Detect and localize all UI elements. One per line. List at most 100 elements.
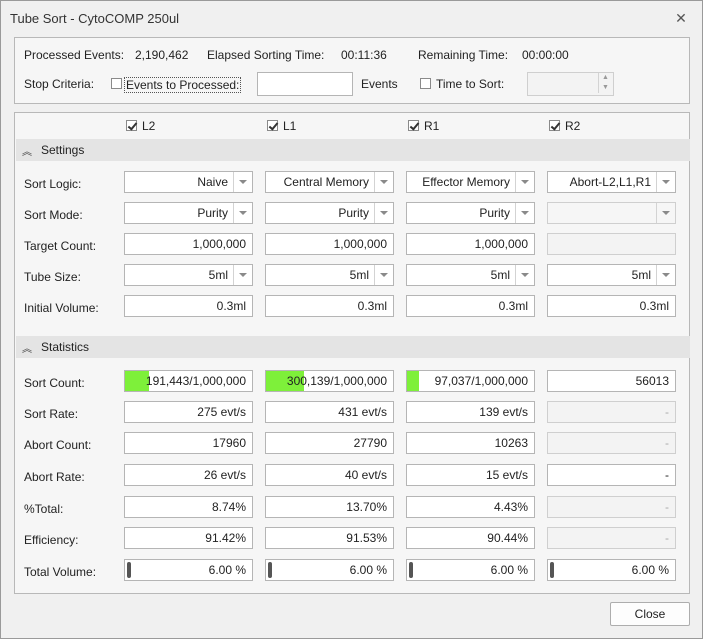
abort-count-l1-value: 27790 — [265, 432, 394, 454]
efficiency-label: Efficiency: — [24, 533, 79, 547]
abort-count-label: Abort Count: — [24, 438, 92, 452]
elapsed-time-label: Elapsed Sorting Time: — [207, 48, 325, 62]
column-l2-checkbox[interactable] — [126, 120, 137, 131]
target-count-r2-input[interactable] — [547, 233, 676, 255]
pct-total-r1-value: 4.43% — [406, 496, 535, 518]
chevron-down-icon[interactable] — [374, 203, 393, 223]
tube-size-l2-select[interactable]: 5ml — [124, 264, 253, 286]
close-button[interactable]: Close — [610, 602, 690, 626]
column-l1-checkbox[interactable] — [267, 120, 278, 131]
elapsed-time-value: 00:11:36 — [341, 48, 387, 62]
abort-count-r2-value: - — [547, 432, 676, 454]
sort-count-l2-progress: 191,443/1,000,000 — [124, 370, 253, 392]
pct-total-l2-value: 8.74% — [124, 496, 253, 518]
abort-rate-label: Abort Rate: — [24, 470, 85, 484]
time-spinner[interactable]: ▲ ▼ — [598, 73, 613, 93]
efficiency-l2-value: 91.42% — [124, 527, 253, 549]
settings-section-header[interactable]: ︽ Settings — [16, 139, 690, 161]
statistics-section-header[interactable]: ︽ Statistics — [16, 336, 690, 358]
events-to-process-input[interactable] — [257, 72, 353, 96]
title-bar: Tube Sort - CytoCOMP 250ul ✕ — [1, 1, 702, 34]
tube-size-r2-select[interactable]: 5ml — [547, 264, 676, 286]
tube-sort-window: Tube Sort - CytoCOMP 250ul ✕ Processed E… — [0, 0, 703, 639]
volume-fill — [550, 562, 554, 578]
abort-count-r1-value: 10263 — [406, 432, 535, 454]
chevron-down-icon[interactable] — [233, 265, 252, 285]
events-unit-label: Events — [361, 77, 398, 91]
sort-mode-l1-select[interactable]: Purity — [265, 202, 394, 224]
sort-count-r2-value: 56013 — [547, 370, 676, 392]
statistics-title: Statistics — [41, 340, 90, 354]
target-count-r1-input[interactable]: 1,000,000 — [406, 233, 535, 255]
initial-volume-l1-input[interactable]: 0.3ml — [265, 295, 394, 317]
column-r2-checkbox[interactable] — [549, 120, 560, 131]
status-panel: Processed Events: 2,190,462 Elapsed Sort… — [14, 37, 690, 104]
sort-rate-l1-value: 431 evt/s — [265, 401, 394, 423]
sort-logic-r2-select[interactable]: Abort-L2,L1,R1 — [547, 171, 676, 193]
chevron-down-icon[interactable] — [515, 203, 534, 223]
remaining-time-value: 00:00:00 — [522, 48, 569, 62]
initial-volume-r2-input[interactable]: 0.3ml — [547, 295, 676, 317]
column-l1-label: L1 — [283, 119, 297, 133]
close-icon[interactable]: ✕ — [673, 10, 689, 26]
sort-rate-r2-value: - — [547, 401, 676, 423]
remaining-time-label: Remaining Time: — [418, 48, 509, 62]
main-panel: L2 L1 R1 R2 ︽ Settings Sort Logic: Naive… — [14, 112, 690, 594]
events-to-process-label[interactable]: Events to Processed: — [124, 77, 242, 93]
abort-rate-l1-value: 40 evt/s — [265, 464, 394, 486]
chevron-down-icon[interactable] — [656, 203, 675, 223]
column-r1-checkbox[interactable] — [408, 120, 419, 131]
tube-size-label: Tube Size: — [24, 270, 81, 284]
target-count-label: Target Count: — [24, 239, 97, 253]
chevron-down-icon[interactable] — [233, 203, 252, 223]
progress-fill — [407, 371, 420, 391]
pct-total-r2-value: - — [547, 496, 676, 518]
tube-size-r1-select[interactable]: 5ml — [406, 264, 535, 286]
sort-logic-l2-select[interactable]: Naive — [124, 171, 253, 193]
stop-criteria-label: Stop Criteria: — [24, 77, 95, 91]
efficiency-r2-value: - — [547, 527, 676, 549]
chevron-down-icon[interactable] — [656, 172, 675, 192]
chevron-down-icon[interactable] — [374, 265, 393, 285]
sort-rate-label: Sort Rate: — [24, 407, 79, 421]
chevron-down-icon[interactable] — [515, 172, 534, 192]
initial-volume-r1-input[interactable]: 0.3ml — [406, 295, 535, 317]
abort-rate-r1-value: 15 evt/s — [406, 464, 535, 486]
volume-fill — [127, 562, 131, 578]
sort-logic-r1-select[interactable]: Effector Memory — [406, 171, 535, 193]
sort-mode-label: Sort Mode: — [24, 208, 83, 222]
collapse-chevron-icon: ︽ — [22, 344, 32, 355]
efficiency-l1-value: 91.53% — [265, 527, 394, 549]
total-volume-r2-progress: 6.00 % — [547, 559, 676, 581]
pct-total-label: %Total: — [24, 502, 64, 516]
initial-volume-label: Initial Volume: — [24, 301, 99, 315]
chevron-down-icon[interactable] — [233, 172, 252, 192]
chevron-down-icon[interactable] — [656, 265, 675, 285]
window-title: Tube Sort - CytoCOMP 250ul — [10, 11, 180, 26]
initial-volume-l2-input[interactable]: 0.3ml — [124, 295, 253, 317]
sort-rate-r1-value: 139 evt/s — [406, 401, 535, 423]
sort-count-r1-progress: 97,037/1,000,000 — [406, 370, 535, 392]
total-volume-label: Total Volume: — [24, 565, 97, 579]
chevron-down-icon[interactable] — [374, 172, 393, 192]
sort-mode-r1-select[interactable]: Purity — [406, 202, 535, 224]
total-volume-l1-progress: 6.00 % — [265, 559, 394, 581]
settings-title: Settings — [41, 143, 85, 157]
events-to-process-checkbox[interactable] — [111, 78, 122, 89]
target-count-l2-input[interactable]: 1,000,000 — [124, 233, 253, 255]
sort-logic-l1-select[interactable]: Central Memory — [265, 171, 394, 193]
collapse-chevron-icon: ︽ — [22, 147, 32, 158]
time-to-sort-input[interactable]: ▲ ▼ — [527, 72, 614, 96]
time-to-sort-label[interactable]: Time to Sort: — [436, 77, 504, 91]
column-l2-label: L2 — [142, 119, 156, 133]
abort-count-l2-value: 17960 — [124, 432, 253, 454]
sort-mode-r2-select[interactable] — [547, 202, 676, 224]
sort-logic-label: Sort Logic: — [24, 177, 82, 191]
tube-size-l1-select[interactable]: 5ml — [265, 264, 394, 286]
chevron-down-icon[interactable] — [515, 265, 534, 285]
time-to-sort-checkbox[interactable] — [420, 78, 431, 89]
sort-mode-l2-select[interactable]: Purity — [124, 202, 253, 224]
sort-rate-l2-value: 275 evt/s — [124, 401, 253, 423]
target-count-l1-input[interactable]: 1,000,000 — [265, 233, 394, 255]
abort-rate-l2-value: 26 evt/s — [124, 464, 253, 486]
